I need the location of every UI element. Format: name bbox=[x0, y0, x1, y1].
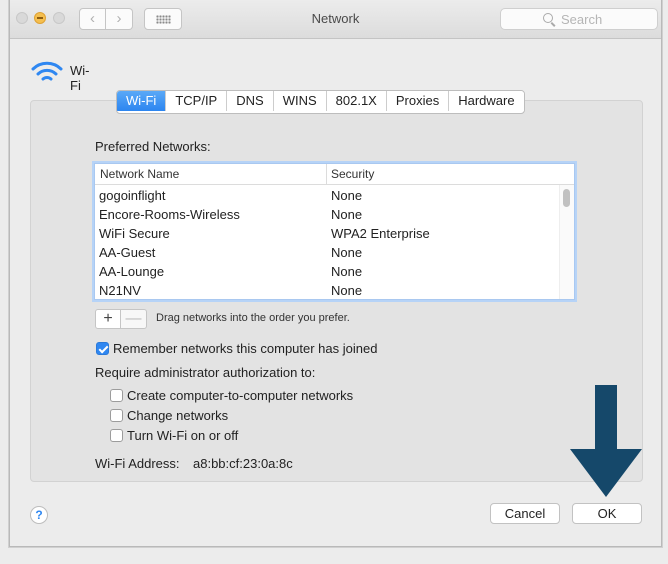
tab-hardware[interactable]: Hardware bbox=[448, 91, 524, 111]
network-name-cell: WiFi Secure bbox=[99, 226, 170, 241]
preferred-networks-table[interactable]: Network Name Security gogoinflight None … bbox=[94, 163, 575, 300]
column-header-network-name[interactable]: Network Name bbox=[100, 167, 179, 181]
wifi-address-value: a8:bb:cf:23:0a:8c bbox=[193, 456, 293, 471]
network-name-cell: gogoinflight bbox=[99, 188, 166, 203]
column-divider bbox=[326, 164, 327, 184]
security-cell: None bbox=[331, 207, 363, 222]
help-button[interactable]: ? bbox=[30, 506, 48, 524]
tab-8021x[interactable]: 802.1X bbox=[325, 91, 386, 111]
table-row[interactable]: AA-Guest None bbox=[95, 243, 565, 262]
scrollbar-thumb[interactable] bbox=[563, 189, 570, 207]
security-cell: WPA2 Enterprise bbox=[331, 226, 430, 241]
settings-tabs: Wi-Fi TCP/IP DNS WINS 802.1X Proxies Har… bbox=[116, 90, 525, 114]
remove-network-button[interactable]: — bbox=[121, 309, 147, 329]
security-cell: None bbox=[331, 264, 363, 279]
remember-networks-checkbox[interactable] bbox=[96, 342, 109, 355]
table-row[interactable]: Encore-Rooms-Wireless None bbox=[95, 205, 565, 224]
search-icon bbox=[543, 13, 553, 23]
preferred-networks-label: Preferred Networks: bbox=[95, 139, 211, 154]
wifi-address-label: Wi-Fi Address: bbox=[95, 456, 180, 471]
admin-auth-heading: Require administrator authorization to: bbox=[95, 365, 316, 380]
change-networks-checkbox[interactable] bbox=[110, 409, 123, 422]
ok-button[interactable]: OK bbox=[572, 503, 642, 524]
cancel-button[interactable]: Cancel bbox=[490, 503, 560, 524]
security-cell: None bbox=[331, 245, 363, 260]
remember-networks-label[interactable]: Remember networks this computer has join… bbox=[113, 341, 377, 356]
tab-tcpip[interactable]: TCP/IP bbox=[165, 91, 227, 111]
create-computer-networks-label[interactable]: Create computer-to-computer networks bbox=[127, 388, 353, 403]
column-header-security[interactable]: Security bbox=[331, 167, 374, 181]
table-row[interactable]: N21NV None bbox=[95, 281, 565, 300]
turn-wifi-on-off-checkbox[interactable] bbox=[110, 429, 123, 442]
table-row[interactable]: WiFi Secure WPA2 Enterprise bbox=[95, 224, 565, 243]
tab-wins[interactable]: WINS bbox=[272, 91, 326, 111]
tab-wifi[interactable]: Wi-Fi bbox=[117, 91, 166, 111]
security-cell: None bbox=[331, 188, 363, 203]
plus-icon: + bbox=[103, 310, 113, 327]
table-row[interactable]: gogoinflight None bbox=[95, 186, 565, 205]
network-name-cell: N21NV bbox=[99, 283, 141, 298]
down-arrow-icon bbox=[570, 385, 642, 497]
create-computer-networks-checkbox[interactable] bbox=[110, 389, 123, 402]
tab-dns[interactable]: DNS bbox=[226, 91, 273, 111]
question-icon: ? bbox=[35, 508, 43, 522]
network-name-cell: Encore-Rooms-Wireless bbox=[99, 207, 240, 222]
wifi-icon bbox=[31, 61, 63, 81]
network-preferences-window: ‹ › Network Search Wi-Fi Wi-Fi TCP/IP DN… bbox=[9, 0, 662, 547]
security-cell: None bbox=[331, 283, 363, 298]
search-placeholder: Search bbox=[561, 12, 603, 27]
search-field[interactable]: Search bbox=[500, 8, 658, 30]
turn-wifi-on-off-label[interactable]: Turn Wi-Fi on or off bbox=[127, 428, 238, 443]
table-row[interactable]: AA-Lounge None bbox=[95, 262, 565, 281]
interface-name: Wi-Fi bbox=[70, 63, 90, 93]
table-header: Network Name Security bbox=[95, 164, 574, 185]
change-networks-label[interactable]: Change networks bbox=[127, 408, 228, 423]
network-name-cell: AA-Lounge bbox=[99, 264, 165, 279]
network-name-cell: AA-Guest bbox=[99, 245, 156, 260]
drag-order-hint: Drag networks into the order you prefer. bbox=[156, 312, 350, 324]
tab-proxies[interactable]: Proxies bbox=[385, 91, 449, 111]
add-remove-buttons: + — bbox=[95, 309, 147, 329]
add-network-button[interactable]: + bbox=[95, 309, 121, 329]
title-bar: ‹ › Network Search bbox=[10, 0, 661, 39]
minus-icon: — bbox=[125, 310, 142, 327]
